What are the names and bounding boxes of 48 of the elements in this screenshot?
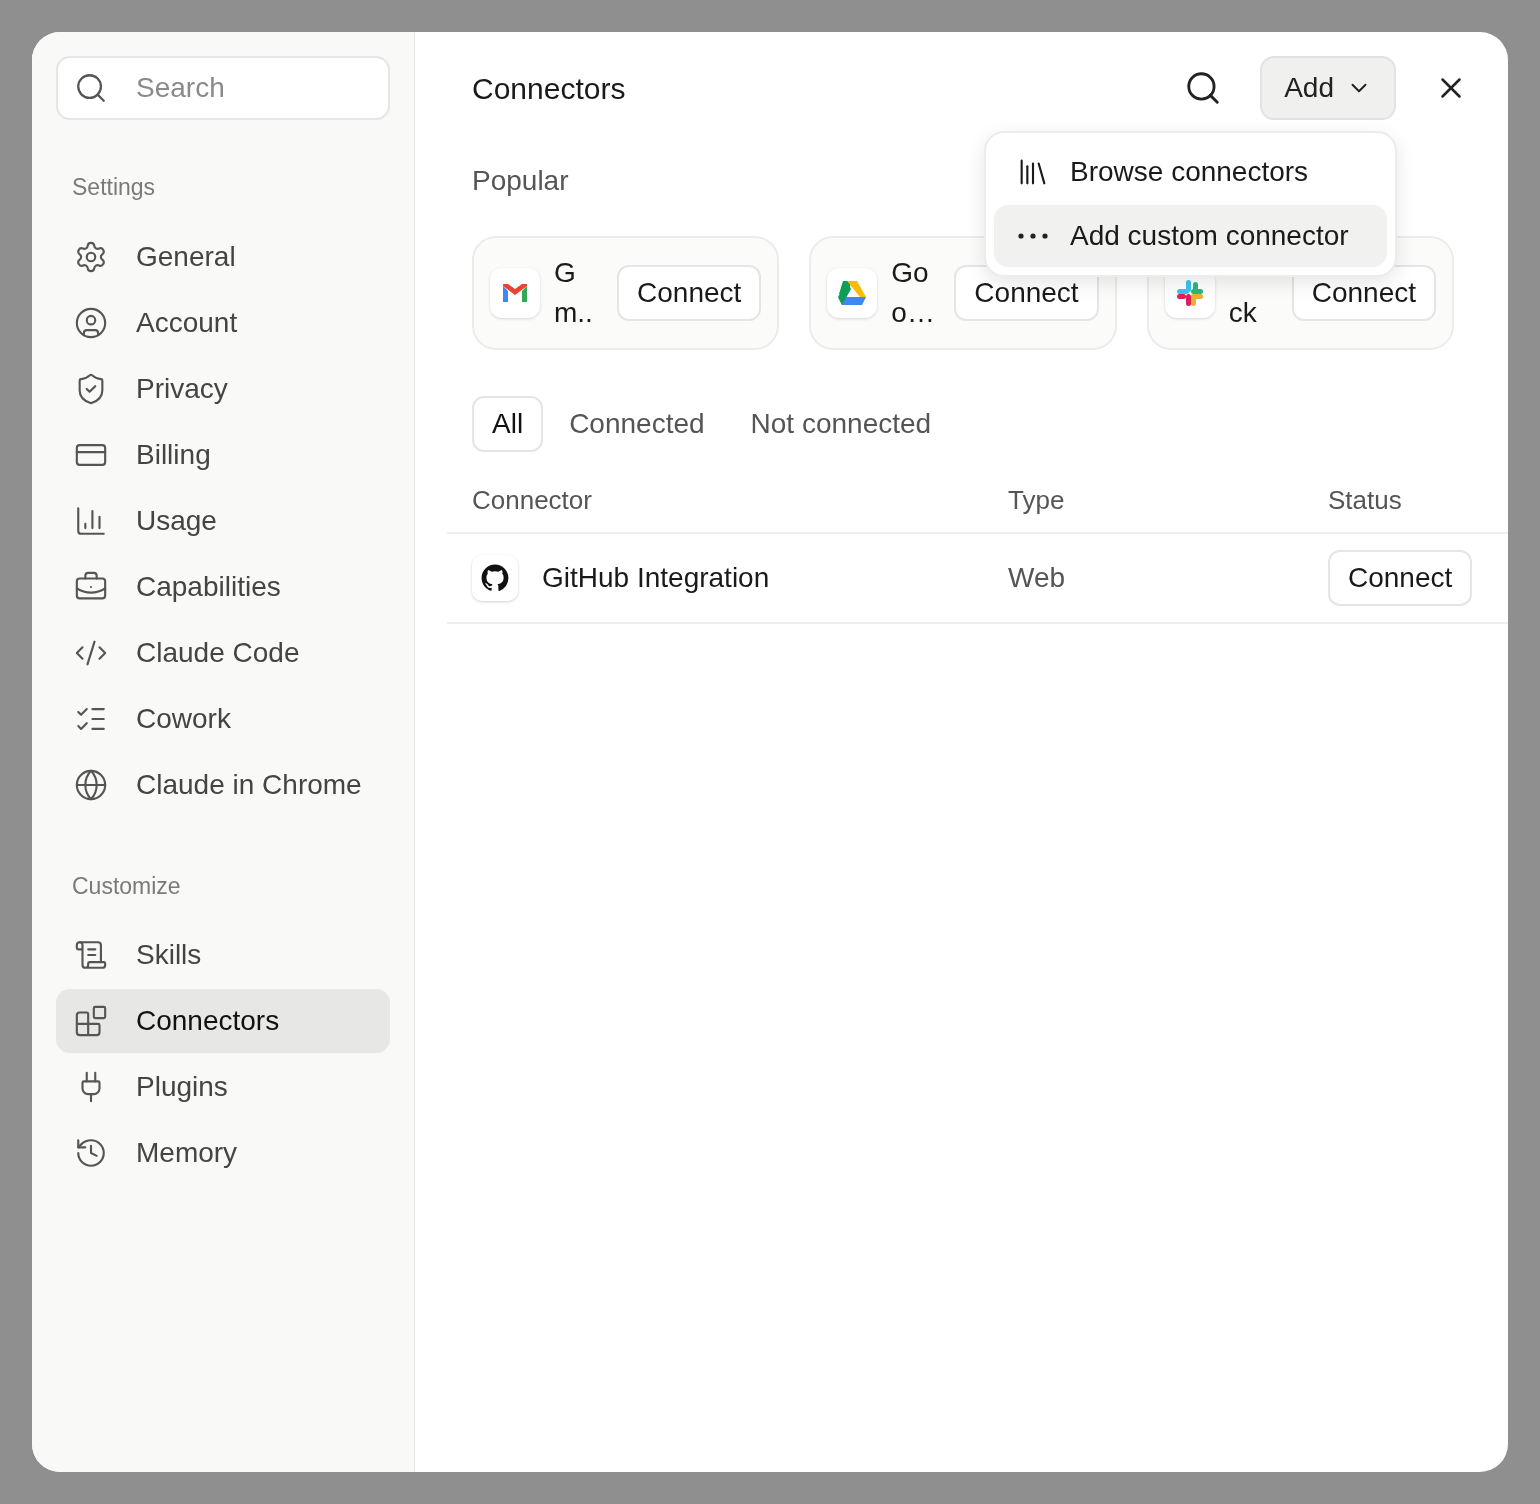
column-header: Connector bbox=[472, 483, 593, 517]
settings-icon bbox=[74, 239, 108, 274]
filter-tab[interactable]: Not connected bbox=[730, 396, 952, 452]
sidebar-item[interactable]: Privacy bbox=[56, 356, 390, 421]
ellipsis-icon bbox=[1018, 233, 1048, 239]
connector-name: m.. bbox=[554, 296, 594, 330]
user-circle-icon bbox=[74, 305, 108, 340]
sidebar-item[interactable]: Claude in Chrome bbox=[56, 752, 390, 817]
blocks-icon bbox=[74, 1004, 108, 1038]
cat-logo-icon bbox=[481, 564, 509, 592]
globe-icon bbox=[74, 767, 108, 802]
scroll-icon bbox=[74, 938, 108, 972]
sidebar-item[interactable]: Claude Code bbox=[56, 620, 390, 685]
search-field[interactable]: Search bbox=[56, 56, 390, 120]
page-title: Connectors bbox=[472, 70, 627, 107]
sidebar-item[interactable]: Memory bbox=[56, 1121, 390, 1185]
table-cell-text: Web bbox=[1008, 561, 1067, 595]
search-icon bbox=[74, 71, 108, 105]
add-button[interactable]: Add bbox=[1260, 56, 1396, 120]
sidebar-item[interactable]: Usage bbox=[56, 488, 390, 553]
filter-tab[interactable]: Connected bbox=[549, 396, 725, 452]
sidebar-item[interactable]: Billing bbox=[56, 422, 390, 487]
sidebar-item[interactable]: General bbox=[56, 224, 390, 289]
sidebar-item[interactable]: Cowork bbox=[56, 686, 390, 751]
section-heading: Customize bbox=[71, 871, 182, 901]
m-logo-icon bbox=[501, 282, 529, 304]
connector-name: ck bbox=[1228, 296, 1258, 330]
column-header: Type bbox=[1008, 483, 1066, 517]
sidebar-item[interactable]: Account bbox=[56, 290, 390, 355]
connector-name: G bbox=[554, 256, 577, 290]
sidebar-item[interactable]: Capabilities bbox=[56, 554, 390, 619]
menu-item[interactable]: Add custom connector bbox=[994, 205, 1387, 267]
connect-button[interactable]: Connect bbox=[1328, 550, 1473, 606]
sidebar-item[interactable]: Connectors bbox=[56, 989, 390, 1053]
sidebar-item[interactable]: Skills bbox=[56, 923, 390, 987]
section-heading: Popular bbox=[472, 164, 569, 198]
sidebar-item[interactable]: Plugins bbox=[56, 1055, 390, 1119]
menu-item[interactable]: Browse connectors bbox=[994, 141, 1387, 203]
connector-name: GitHub Integration bbox=[542, 561, 770, 595]
filter-tab[interactable]: All bbox=[472, 396, 544, 452]
section-heading: Settings bbox=[71, 173, 157, 202]
connector-name: o… bbox=[891, 296, 936, 330]
pinwheel-logo-icon bbox=[1174, 278, 1205, 308]
triangle-logo-icon bbox=[837, 280, 868, 306]
history-icon bbox=[74, 1136, 108, 1170]
connector-name: Go bbox=[891, 256, 930, 290]
column-header: Status bbox=[1328, 483, 1403, 517]
connect-button[interactable]: Connect bbox=[617, 265, 762, 321]
